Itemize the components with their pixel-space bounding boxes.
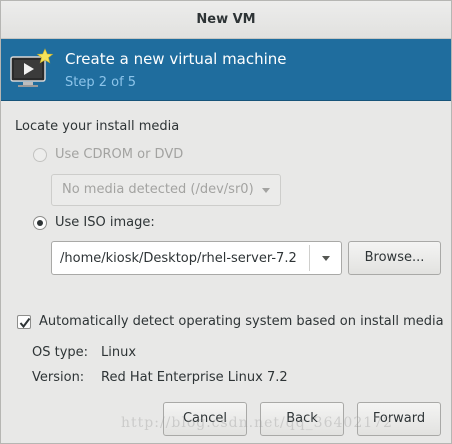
browse-button[interactable]: Browse... bbox=[348, 241, 441, 275]
os-type-label: OS type: bbox=[32, 345, 89, 360]
forward-button[interactable]: Forward bbox=[357, 402, 441, 436]
section-label-install-media: Locate your install media bbox=[15, 119, 180, 134]
radio-iso-row[interactable]: Use ISO image: bbox=[33, 215, 155, 230]
window-title: New VM bbox=[1, 1, 451, 39]
wizard-step: Step 2 of 5 bbox=[65, 75, 137, 90]
radio-cdrom-label: Use CDROM or DVD bbox=[55, 147, 184, 162]
cdrom-device-value: No media detected (/dev/sr0) bbox=[62, 182, 254, 197]
os-type-value: Linux bbox=[101, 345, 137, 360]
version-value: Red Hat Enterprise Linux 7.2 bbox=[101, 370, 288, 385]
auto-detect-os-label: Automatically detect operating system ba… bbox=[39, 314, 444, 329]
iso-path-input[interactable] bbox=[52, 242, 310, 274]
virtual-machine-icon bbox=[9, 47, 55, 93]
cancel-button[interactable]: Cancel bbox=[163, 402, 247, 436]
radio-cdrom[interactable] bbox=[33, 147, 47, 162]
cdrom-device-select: No media detected (/dev/sr0) bbox=[51, 174, 281, 206]
chevron-down-icon bbox=[322, 256, 330, 261]
iso-path-dropdown-button[interactable] bbox=[310, 242, 341, 274]
radio-iso-label: Use ISO image: bbox=[55, 215, 155, 230]
wizard-title: Create a new virtual machine bbox=[65, 50, 287, 68]
back-button[interactable]: Back bbox=[260, 402, 344, 436]
wizard-banner: Create a new virtual machine Step 2 of 5 bbox=[1, 39, 451, 101]
version-label: Version: bbox=[32, 370, 85, 385]
iso-path-combo[interactable] bbox=[51, 241, 342, 275]
radio-cdrom-row[interactable]: Use CDROM or DVD bbox=[33, 147, 183, 162]
chevron-down-icon bbox=[262, 188, 270, 193]
auto-detect-os-checkbox[interactable] bbox=[17, 314, 31, 329]
watermark: http://blog.csdn.net/qq_36402172 bbox=[121, 415, 393, 431]
radio-iso[interactable] bbox=[33, 215, 47, 230]
auto-detect-os-row[interactable]: Automatically detect operating system ba… bbox=[17, 314, 444, 329]
new-vm-dialog: New VM Create a new virtual machine Step… bbox=[0, 0, 452, 444]
checkmark-icon bbox=[19, 317, 31, 328]
